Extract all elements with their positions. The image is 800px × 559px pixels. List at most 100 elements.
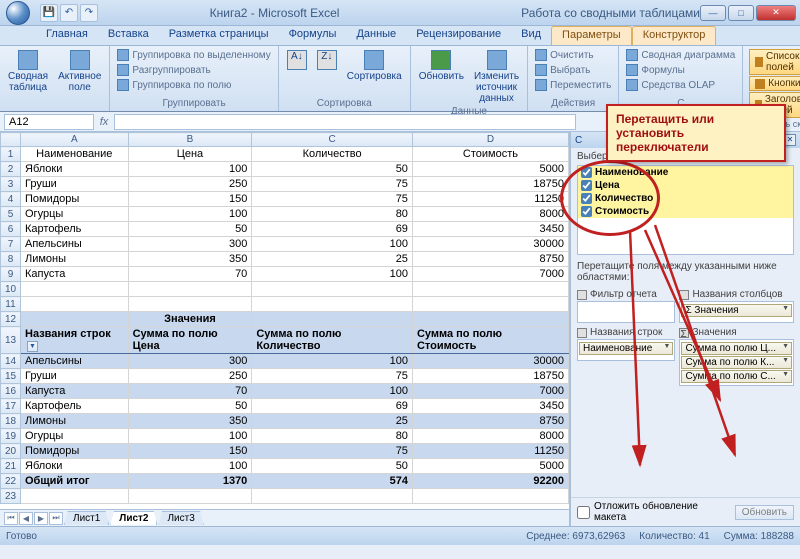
undo-icon[interactable]: ↶	[60, 4, 78, 22]
row-header[interactable]: 6	[1, 222, 21, 237]
cell[interactable]: Капуста	[21, 384, 129, 399]
row-header[interactable]: 23	[1, 489, 21, 504]
plusminus-toggle[interactable]: Кнопки +/-	[749, 76, 800, 91]
tab-home[interactable]: Главная	[36, 26, 98, 45]
cell[interactable]: 75	[252, 444, 413, 459]
office-button[interactable]	[4, 0, 36, 26]
cell[interactable]: Стоимость	[412, 147, 568, 162]
row-header[interactable]: 9	[1, 267, 21, 282]
last-sheet-icon[interactable]: ⏭	[49, 512, 63, 525]
row-header[interactable]: 17	[1, 399, 21, 414]
cell[interactable]: 250	[128, 177, 252, 192]
area-item[interactable]: Сумма по полю Ц...	[681, 342, 792, 355]
cell[interactable]: 300	[128, 237, 252, 252]
cell[interactable]: 5000	[412, 162, 568, 177]
row-header[interactable]: 8	[1, 252, 21, 267]
field-checkbox[interactable]	[581, 180, 592, 191]
refresh-button[interactable]: Обновить	[415, 48, 468, 106]
row-header[interactable]: 4	[1, 192, 21, 207]
col-header[interactable]: A	[21, 133, 129, 147]
cell[interactable]: 350	[128, 252, 252, 267]
field-checkbox[interactable]	[581, 206, 592, 217]
field-checkbox[interactable]	[581, 167, 592, 178]
cell[interactable]: 3450	[412, 222, 568, 237]
area-rows-drop[interactable]: Наименование	[577, 339, 675, 361]
area-item[interactable]: Наименование	[579, 342, 673, 355]
cell[interactable]: 7000	[412, 384, 568, 399]
area-item[interactable]: Сумма по полю К...	[681, 356, 792, 369]
area-item[interactable]: Σ Значения	[681, 304, 792, 317]
col-header[interactable]: B	[128, 133, 252, 147]
cell[interactable]: Количество	[252, 147, 413, 162]
formulas-button[interactable]: Формулы	[623, 63, 738, 77]
row-header[interactable]: 10	[1, 282, 21, 297]
area-item[interactable]: Сумма по полю С...	[681, 370, 792, 383]
move-button[interactable]: Переместить	[532, 78, 614, 92]
row-header[interactable]: 22	[1, 474, 21, 489]
cell[interactable]: 11250	[412, 192, 568, 207]
row-header[interactable]: 14	[1, 354, 21, 369]
pivot-table-button[interactable]: Сводная таблица	[4, 48, 52, 95]
area-vals-drop[interactable]: Сумма по полю Ц... Сумма по полю К... Су…	[679, 339, 794, 386]
cell[interactable]: 7000	[412, 267, 568, 282]
cell[interactable]: 8750	[412, 414, 568, 429]
cell[interactable]: 18750	[412, 369, 568, 384]
cell[interactable]: 75	[252, 177, 413, 192]
row-header[interactable]: 21	[1, 459, 21, 474]
cell[interactable]: 100	[128, 429, 252, 444]
sheet-tab[interactable]: Лист3	[158, 511, 203, 525]
cell[interactable]: Яблоки	[21, 162, 129, 177]
row-header[interactable]: 11	[1, 297, 21, 312]
select-all-corner[interactable]	[1, 133, 21, 147]
active-field-button[interactable]: Активное поле	[54, 48, 105, 95]
row-header[interactable]: 20	[1, 444, 21, 459]
col-header[interactable]: C	[252, 133, 413, 147]
row-header[interactable]: 18	[1, 414, 21, 429]
cell[interactable]: 80	[252, 429, 413, 444]
sort-button[interactable]: Сортировка	[343, 48, 406, 84]
cell[interactable]: Капуста	[21, 267, 129, 282]
cell[interactable]: 50	[252, 162, 413, 177]
cell[interactable]: 30000	[412, 237, 568, 252]
cell[interactable]: Цена	[128, 147, 252, 162]
cell[interactable]: Помидоры	[21, 444, 129, 459]
cell[interactable]: Апельсины	[21, 237, 129, 252]
cell[interactable]: 11250	[412, 444, 568, 459]
cell[interactable]: Лимоны	[21, 414, 129, 429]
row-header[interactable]: 1	[1, 147, 21, 162]
cell[interactable]: Огурцы	[21, 429, 129, 444]
field-item[interactable]: Стоимость	[578, 205, 793, 218]
prev-sheet-icon[interactable]: ◀	[19, 512, 33, 525]
col-header[interactable]: D	[412, 133, 568, 147]
cell[interactable]: 100	[252, 354, 413, 369]
cell[interactable]: 350	[128, 414, 252, 429]
fx-icon[interactable]: fx	[96, 114, 112, 130]
row-header[interactable]: 12	[1, 312, 21, 327]
select-button[interactable]: Выбрать	[532, 63, 614, 77]
first-sheet-icon[interactable]: ⏮	[4, 512, 18, 525]
row-header[interactable]: 7	[1, 237, 21, 252]
update-button[interactable]: Обновить	[735, 505, 794, 520]
field-checkbox[interactable]	[581, 193, 592, 204]
cell[interactable]: 150	[128, 444, 252, 459]
cell[interactable]: 8750	[412, 252, 568, 267]
area-filter-drop[interactable]	[577, 301, 675, 323]
cell[interactable]: 70	[128, 267, 252, 282]
sort-asc-button[interactable]: A↓	[283, 48, 311, 84]
area-cols-drop[interactable]: Σ Значения	[679, 301, 794, 323]
row-header[interactable]: 19	[1, 429, 21, 444]
cell[interactable]: 250	[128, 369, 252, 384]
tab-formulas[interactable]: Формулы	[279, 26, 347, 45]
field-item[interactable]: Количество	[578, 192, 793, 205]
spreadsheet-grid[interactable]: A B C D 1 Наименование Цена Количество С…	[0, 132, 569, 504]
row-header[interactable]: 3	[1, 177, 21, 192]
cell[interactable]: 30000	[412, 354, 568, 369]
cell[interactable]: 100	[128, 207, 252, 222]
cell[interactable]: 69	[252, 222, 413, 237]
formula-input[interactable]	[114, 114, 576, 130]
cell[interactable]: 100	[128, 162, 252, 177]
minimize-button[interactable]: —	[700, 5, 726, 21]
ungroup-button[interactable]: Разгруппировать	[114, 63, 273, 77]
tab-pagelayout[interactable]: Разметка страницы	[159, 26, 279, 45]
cell[interactable]: Картофель	[21, 399, 129, 414]
